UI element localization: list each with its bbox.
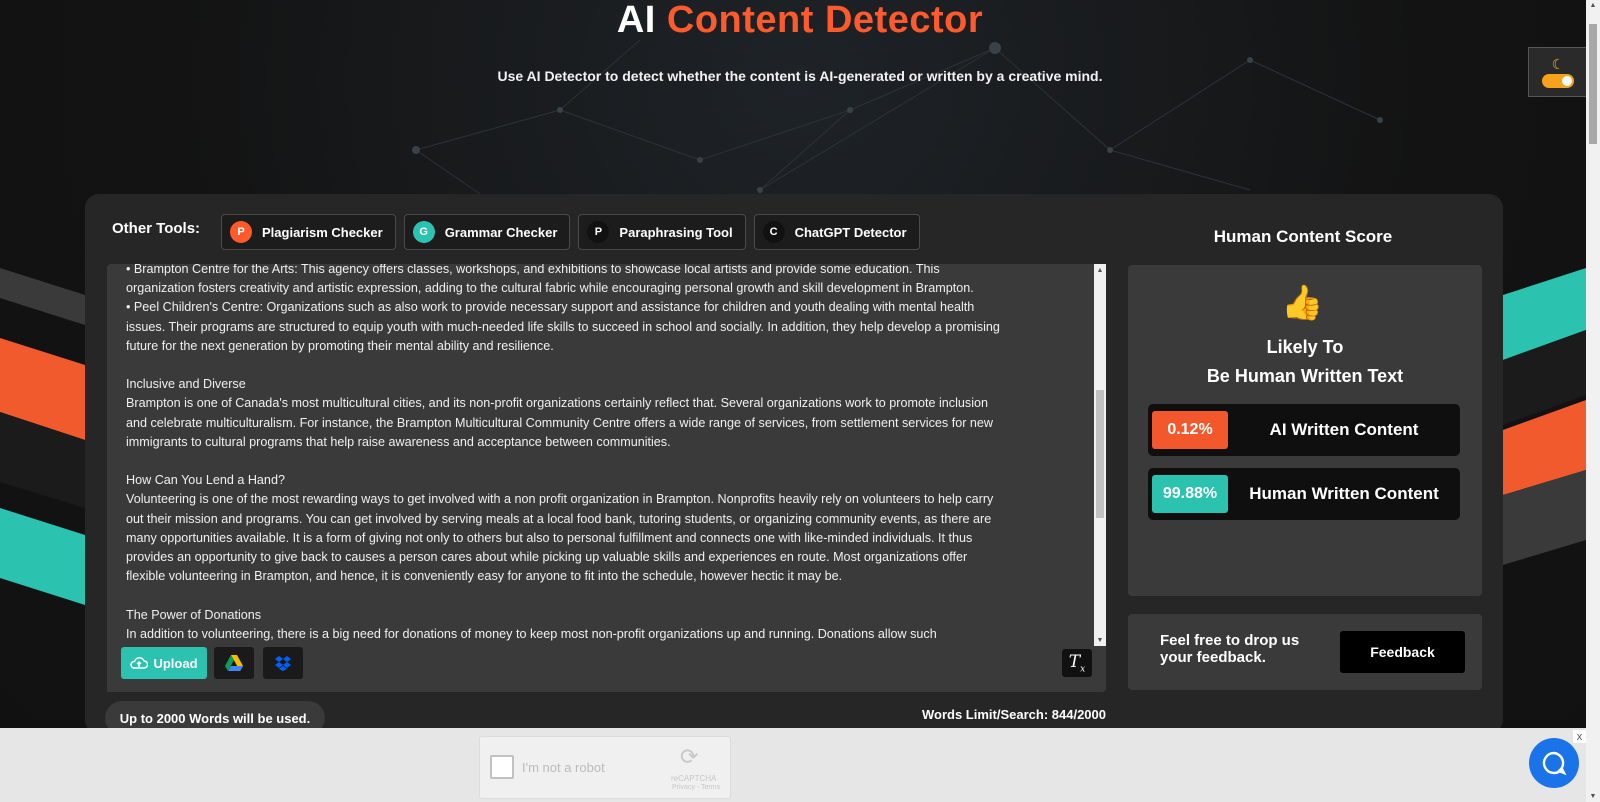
editor-line: future for the next generation by promot… [126,338,554,353]
bottom-ad-bar [0,728,1586,802]
editor-line: Inclusive and Diverse [126,377,246,392]
recaptcha-brand: reCAPTCHA [671,774,717,783]
editor-line: Volunteering is one of the most rewardin… [126,492,994,507]
title-ai: AI [616,0,656,41]
page-scroll-thumb[interactable] [1589,24,1597,144]
other-tools-list: P Plagiarism Checker G Grammar Checker P… [221,214,920,250]
word-limit: Words Limit/Search: 844/2000 [921,707,1106,722]
scroll-thumb[interactable] [1096,390,1104,518]
tool-label: Plagiarism Checker [262,224,383,240]
editor-line: How Can You Lend a Hand? [126,473,285,488]
chatgpt-detector-icon: C [762,221,785,243]
grammar-checker-icon: G [412,221,435,243]
editor-line: In addition to volunteering, there is a … [126,626,937,641]
editor-line: flexible volunteering in Brampton, and h… [126,569,843,584]
editor-text[interactable]: • Brampton Centre for the Arts: This age… [126,264,1076,644]
editor-scrollbar[interactable]: ▲ ▼ [1094,264,1106,646]
thumbs-up-icon: 👍 [1281,284,1324,322]
chatgpt-detector-button[interactable]: C ChatGPT Detector [753,214,920,250]
paraphrasing-tool-icon: P [587,221,610,243]
editor-line: provides an opportunity to give back to … [126,550,968,565]
editor-line: Brampton is one of Canada's most multicu… [126,396,988,411]
ai-written-label: AI Written Content [1269,420,1419,439]
upload-button[interactable]: Upload [121,647,207,679]
editor-line: • Peel Children's Centre: Organizations … [126,300,975,315]
recaptcha-logo-icon: ⟳ [680,744,699,769]
editor-footer [107,646,1094,692]
feedback-button[interactable]: Feedback [1340,631,1465,673]
editor-line: and celebrate multiculturalism. For inst… [126,415,993,430]
editor-line: many opportunities available. It is a fo… [126,530,973,545]
verdict: Likely To Be Human Written Text [1128,333,1482,391]
editor-line: immigrants to cultural programs that hel… [126,434,671,449]
human-written-label: Human Written Content [1249,484,1439,503]
recaptcha-links[interactable]: Privacy - Terms [672,784,720,791]
clear-format-icon: Tx [1068,651,1086,675]
page-scrollbar[interactable]: ▲ ▼ [1586,0,1600,802]
stripe-left-teal [0,508,85,605]
other-tools-label: Other Tools: [112,220,201,237]
tool-label: ChatGPT Detector [794,224,907,240]
page-scroll-down-icon[interactable]: ▼ [1586,793,1600,800]
verdict-line-1: Likely To [1266,337,1344,357]
google-drive-button[interactable] [214,647,254,679]
chat-bubble-icon [1542,751,1567,776]
editor-line: The Power of Donations [126,607,262,622]
upload-label: Upload [153,655,198,671]
human-percent-badge: 99.88% [1152,475,1228,513]
google-drive-icon [225,655,243,671]
editor-line: issues. Their programs are structured to… [126,319,1000,334]
plagiarism-checker-icon: P [230,221,252,243]
theme-switch[interactable] [1542,73,1574,88]
title-content-detector: Content Detector [666,0,984,41]
scroll-down-arrow-icon[interactable]: ▼ [1094,634,1106,646]
ai-percent-badge: 0.12% [1152,411,1228,449]
stripe-left-gray [0,268,85,325]
clear-format-button[interactable]: Tx [1062,649,1092,677]
plagiarism-checker-button[interactable]: P Plagiarism Checker [221,214,396,250]
chat-button[interactable] [1529,738,1579,788]
dropbox-icon [275,656,291,671]
cloud-upload-icon [130,657,149,669]
content-textarea[interactable]: • Brampton Centre for the Arts: This age… [107,264,1106,692]
dropbox-button[interactable] [263,647,303,679]
verdict-line-2: Be Human Written Text [1206,366,1404,386]
editor-line: organization fosters creativity and arti… [126,281,974,296]
grammar-checker-button[interactable]: G Grammar Checker [403,214,571,250]
theme-toggle[interactable]: ☾ [1528,47,1588,97]
editor-line: • Brampton Centre for the Arts: This age… [126,264,940,276]
switch-knob [1562,75,1572,86]
page-title: AI Content Detector [0,0,1600,40]
page-scroll-up-icon[interactable]: ▲ [1586,2,1600,9]
tool-label: Grammar Checker [444,224,558,240]
human-written-row: 99.88% Human Written Content [1148,468,1460,520]
editor-line: out their mission and programs. You can … [126,511,992,526]
score-title: Human Content Score [1213,227,1393,246]
ai-written-row: 0.12% AI Written Content [1148,404,1460,456]
tool-label: Paraphrasing Tool [619,224,733,240]
scroll-up-arrow-icon[interactable]: ▲ [1094,264,1106,276]
page-subtitle: Use AI Detector to detect whether the co… [497,68,1103,84]
recaptcha-label: I'm not a robot [522,760,605,775]
ad-close-button[interactable]: x [1573,730,1586,743]
moon-icon: ☾ [1551,55,1565,72]
feedback-text: Feel free to drop us your feedback. [1160,632,1300,666]
paraphrasing-tool-button[interactable]: P Paraphrasing Tool [578,214,746,250]
recaptcha-checkbox[interactable] [490,755,514,779]
